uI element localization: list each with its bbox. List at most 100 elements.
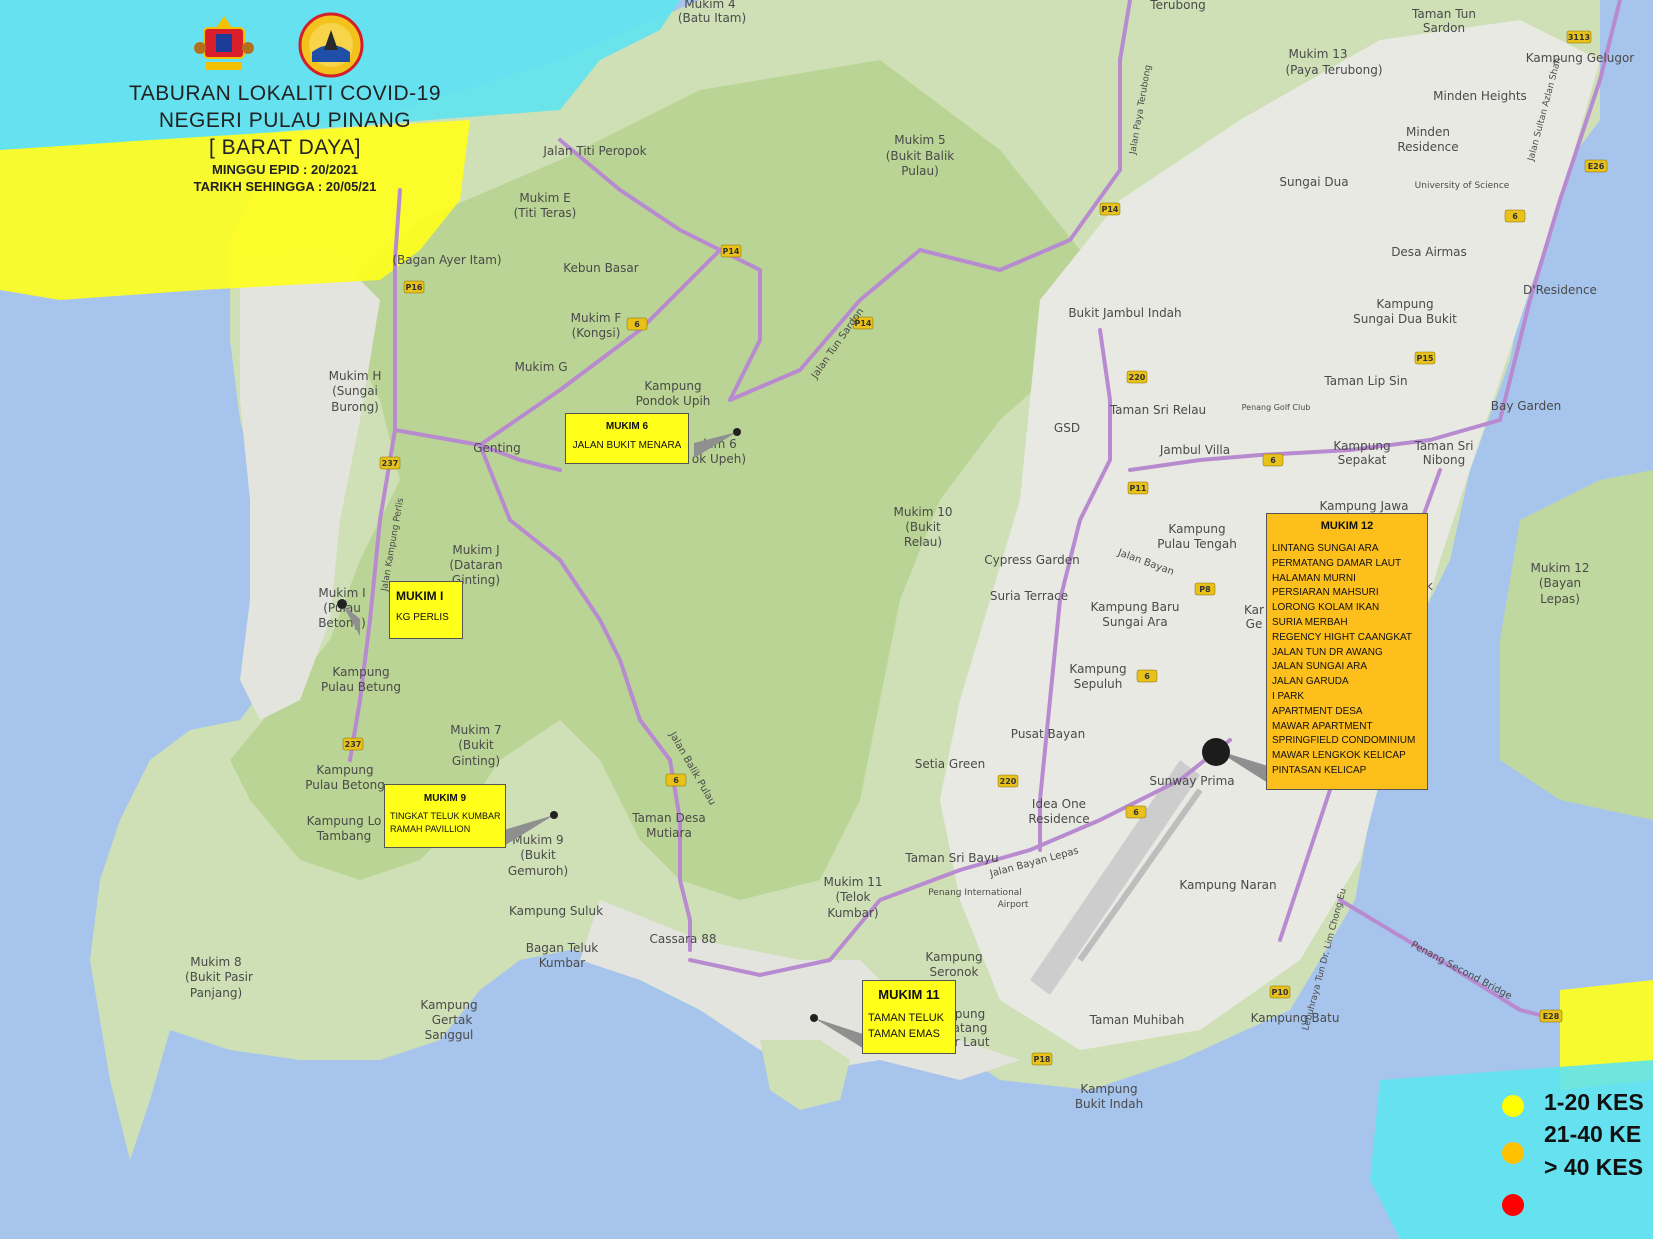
road-badge-p10: P10 xyxy=(1269,985,1291,999)
place-label: (Paya Terubong) xyxy=(1285,63,1382,77)
place-label: Taman Sri Bayu xyxy=(904,851,998,865)
callout-mukim-11[interactable]: MUKIM 11 TAMAN TELUK TAMAN EMAS xyxy=(862,980,956,1054)
place-label: Terubong xyxy=(1149,0,1205,12)
callout-list: LINTANG SUNGAI ARA PERMATANG DAMAR LAUT … xyxy=(1267,542,1427,779)
title-line-3: [ BARAT DAYA] xyxy=(209,136,361,159)
place-label: (Bukit xyxy=(458,738,494,752)
place-label: Mukim 4 xyxy=(684,0,735,11)
place-label: Kampung Batu xyxy=(1251,1011,1340,1025)
place-label: Mukim 12 xyxy=(1530,561,1589,575)
road-badge-e26: E26 xyxy=(1584,159,1608,173)
place-label: Mukim F xyxy=(571,311,622,325)
road-badge-6d: 6 xyxy=(1136,669,1158,683)
road-badge-220: 220 xyxy=(1126,370,1148,384)
place-label: Kampung xyxy=(1333,439,1390,453)
svg-text:P18: P18 xyxy=(1034,1055,1051,1064)
road-badge-p8: P8 xyxy=(1194,582,1216,596)
road-badge-p18: P18 xyxy=(1031,1052,1053,1066)
place-label: Pulau Betong xyxy=(305,778,385,792)
callout-heading: MUKIM 12 xyxy=(1320,520,1374,532)
road-badge-6c: 6 xyxy=(1262,453,1284,467)
place-label: (Titi Teras) xyxy=(514,206,577,220)
callout-line: SURIA MERBAH xyxy=(1272,616,1348,628)
place-label: Kampung xyxy=(316,763,373,777)
place-label: (Bukit xyxy=(905,520,941,534)
place-label: Mukim 7 xyxy=(450,723,501,737)
epid-week: MINGGU EPID : 20/2021 xyxy=(212,162,358,177)
place-label: Jalan Titi Peropok xyxy=(542,144,646,158)
place-label: Mukim J xyxy=(452,543,499,557)
svg-text:P16: P16 xyxy=(406,283,423,292)
callout-heading: MUKIM 11 xyxy=(878,987,940,1002)
place-label: Suria Terrace xyxy=(990,589,1068,603)
place-label: Kampung xyxy=(1376,297,1433,311)
callout-mukim-6[interactable]: MUKIM 6 JALAN BUKIT MENARA xyxy=(565,413,689,464)
place-label: Mukim E xyxy=(519,191,570,205)
title-line-1: TABURAN LOKALITI COVID-19 xyxy=(128,82,442,105)
svg-text:220: 220 xyxy=(1000,777,1017,786)
svg-text:237: 237 xyxy=(382,459,399,468)
place-label: Sunway Prima xyxy=(1149,774,1234,788)
place-label: Taman Desa xyxy=(631,811,705,825)
svg-text:237: 237 xyxy=(345,740,362,749)
svg-text:P10: P10 xyxy=(1272,988,1289,997)
place-label: Kampung xyxy=(332,665,389,679)
place-label: Kampung Lo xyxy=(307,814,382,828)
place-label: Jambul Villa xyxy=(1159,443,1230,457)
malaysia-coat-of-arms-logo xyxy=(192,14,256,78)
place-label: Setia Green xyxy=(915,757,986,771)
place-label: Cypress Garden xyxy=(984,553,1079,567)
svg-text:P8: P8 xyxy=(1199,585,1211,594)
callout-line: JALAN TUN DR AWANG xyxy=(1272,646,1383,658)
place-label: Kampung xyxy=(925,950,982,964)
place-label: Ge xyxy=(1246,617,1263,631)
place-label: Tambang xyxy=(316,829,372,843)
callout-mukim-i[interactable]: MUKIM I KG PERLIS xyxy=(389,581,463,639)
place-label: Sardon xyxy=(1423,21,1465,35)
place-label: Kampung Baru xyxy=(1090,600,1179,614)
legend-dot-high xyxy=(1502,1194,1524,1216)
callout-line: LORONG KOLAM IKAN xyxy=(1272,602,1380,614)
callout-mukim-12[interactable]: MUKIM 12 LINTANG SUNGAI ARA PERMATANG DA… xyxy=(1266,513,1428,790)
place-label: (Telok xyxy=(836,890,871,904)
place-label: Mukim 8 xyxy=(190,955,241,969)
place-label: Sungai Dua xyxy=(1279,175,1348,189)
place-label: Idea One xyxy=(1032,797,1086,811)
svg-text:E26: E26 xyxy=(1588,162,1605,171)
place-label: Mukim H xyxy=(329,369,382,383)
place-label: Kampung xyxy=(644,379,701,393)
place-label: Residence xyxy=(1028,812,1089,826)
road-badge-220b: 220 xyxy=(997,774,1019,788)
place-label: Genting xyxy=(473,441,521,455)
legend-label-medium: 21-40 KE xyxy=(1544,1121,1642,1147)
callout-line: SPRINGFIELD CONDOMINIUM xyxy=(1272,735,1416,747)
callout-line: JALAN GARUDA xyxy=(1272,676,1349,688)
place-label: Kebun Basar xyxy=(563,261,638,275)
place-label: Burong) xyxy=(331,400,379,414)
svg-text:P11: P11 xyxy=(1130,484,1147,493)
legend-label-low: 1-20 KES xyxy=(1544,1089,1644,1115)
svg-text:6: 6 xyxy=(1133,808,1139,817)
place-label: Kampung xyxy=(1168,522,1225,536)
callout-line: JALAN BUKIT MENARA xyxy=(572,440,682,451)
svg-text:P15: P15 xyxy=(1417,354,1434,363)
svg-text:E28: E28 xyxy=(1543,1012,1560,1021)
place-label: Cassara 88 xyxy=(650,932,717,946)
road-badge-e28: E28 xyxy=(1539,1009,1563,1023)
callout-mukim-9[interactable]: MUKIM 9 TINGKAT TELUK KUMBAR RAMAH PAVIL… xyxy=(384,784,506,848)
road-badge-p11: P11 xyxy=(1127,481,1149,495)
place-label: Mukim 13 xyxy=(1288,47,1347,61)
place-label: Bukit Jambul Indah xyxy=(1068,306,1181,320)
place-label: Taman Muhibah xyxy=(1089,1013,1185,1027)
place-label: GSD xyxy=(1054,421,1080,435)
place-label: Mukim G xyxy=(514,360,567,374)
place-label: Pondok Upih xyxy=(636,394,711,408)
svg-text:220: 220 xyxy=(1129,373,1146,382)
place-label: Taman Lip Sin xyxy=(1323,374,1407,388)
place-label: University of Science xyxy=(1415,181,1510,191)
place-label: Bay Garden xyxy=(1491,399,1561,413)
road-badge-p16: P16 xyxy=(403,280,425,294)
place-label: (Sungai xyxy=(332,384,378,398)
callout-line: PERMATANG DAMAR LAUT xyxy=(1272,557,1402,569)
place-label: Sanggul xyxy=(425,1028,474,1042)
